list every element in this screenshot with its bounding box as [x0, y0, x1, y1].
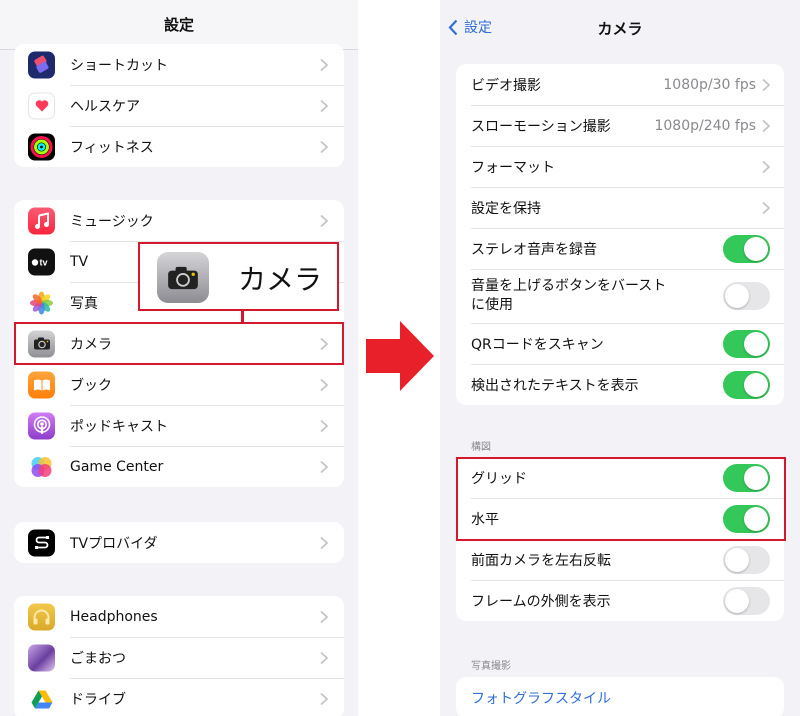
settings-item-headphones[interactable]: Headphones: [14, 596, 344, 637]
game-center-icon: [28, 453, 55, 480]
setting-formats[interactable]: フォーマット: [456, 146, 784, 187]
settings-item-health[interactable]: ヘルスケア: [14, 85, 344, 126]
record-stereo-toggle[interactable]: [723, 234, 770, 263]
mirror-front-camera-toggle[interactable]: [723, 545, 770, 574]
tv-icon: tv: [28, 248, 55, 275]
camera-row-highlight: [14, 322, 344, 365]
camera-callout: カメラ: [138, 242, 339, 311]
chevron-right-icon: [762, 160, 770, 173]
settings-item-tv-provider[interactable]: TVプロバイダ: [14, 522, 344, 563]
settings-item-books[interactable]: ブック: [14, 364, 344, 405]
nav-bar: 設定: [0, 0, 358, 50]
health-icon: [28, 92, 55, 119]
setting-record-stereo: ステレオ音声を録音: [456, 228, 784, 269]
show-detected-text-toggle[interactable]: [723, 370, 770, 399]
chevron-right-icon: [320, 419, 328, 432]
camera-group-3: フォトグラフスタイル: [456, 677, 784, 716]
page-title: カメラ: [597, 19, 643, 38]
chevron-right-icon: [762, 201, 770, 214]
photos-icon: [28, 289, 55, 316]
google-drive-icon: [28, 685, 55, 712]
camera-group-1: ビデオ撮影 1080p/30 fps スローモーション撮影 1080p/240 …: [456, 64, 784, 405]
settings-screen: 設定 ショートカット ヘルスケア フィットネス ミュージック tv TV 写真 …: [0, 0, 358, 716]
chevron-right-icon: [320, 460, 328, 473]
settings-item-music[interactable]: ミュージック: [14, 200, 344, 241]
settings-item-drive[interactable]: ドライブ: [14, 678, 344, 716]
chevron-right-icon: [320, 378, 328, 391]
settings-group-3: TVプロバイダ: [14, 522, 344, 563]
section-header-composition: 構図: [471, 442, 491, 453]
back-button[interactable]: 設定: [448, 17, 492, 37]
setting-slo-mo[interactable]: スローモーション撮影 1080p/240 fps: [456, 105, 784, 146]
setting-volume-burst: 音量を上げるボタンをバースト に使用: [456, 269, 784, 323]
settings-item-gomaotsu[interactable]: ごまおつ: [14, 637, 344, 678]
chevron-right-icon: [320, 58, 328, 71]
setting-mirror-front-camera: 前面カメラを左右反転: [456, 539, 784, 580]
tv-provider-icon: [28, 529, 55, 556]
video-recording-value: 1080p/30 fps: [663, 76, 756, 93]
chevron-right-icon: [320, 140, 328, 153]
settings-item-game-center[interactable]: Game Center: [14, 446, 344, 487]
camera-icon: [157, 252, 209, 303]
music-icon: [28, 207, 55, 234]
scan-qr-toggle[interactable]: [723, 329, 770, 358]
view-outside-frame-toggle[interactable]: [723, 586, 770, 615]
books-icon: [28, 371, 55, 398]
arrow-right-icon: [366, 321, 434, 391]
shortcuts-icon: [28, 51, 55, 78]
svg-text:tv: tv: [39, 258, 47, 268]
podcasts-icon: [28, 412, 55, 439]
chevron-right-icon: [320, 692, 328, 705]
chevron-right-icon: [320, 610, 328, 623]
setting-scan-qr: QRコードをスキャン: [456, 323, 784, 364]
chevron-right-icon: [762, 119, 770, 132]
chevron-right-icon: [320, 536, 328, 549]
settings-item-shortcuts[interactable]: ショートカット: [14, 44, 344, 85]
chevron-right-icon: [320, 651, 328, 664]
settings-group-1: ショートカット ヘルスケア フィットネス: [14, 44, 344, 167]
camera-settings-screen: 設定 カメラ ビデオ撮影 1080p/30 fps スローモーション撮影 108…: [440, 0, 800, 716]
setting-photographic-styles[interactable]: フォトグラフスタイル: [456, 677, 784, 716]
setting-view-outside-frame: フレームの外側を表示: [456, 580, 784, 621]
chevron-left-icon: [448, 19, 458, 35]
page-title: 設定: [163, 16, 194, 34]
settings-item-fitness[interactable]: フィットネス: [14, 126, 344, 167]
composition-highlight: [456, 457, 786, 541]
chevron-right-icon: [762, 78, 770, 91]
fitness-icon: [28, 133, 55, 160]
setting-video-recording[interactable]: ビデオ撮影 1080p/30 fps: [456, 64, 784, 105]
settings-item-podcasts[interactable]: ポッドキャスト: [14, 405, 344, 446]
slo-mo-value: 1080p/240 fps: [654, 117, 756, 134]
settings-group-4: Headphones ごまおつ ドライブ: [14, 596, 344, 716]
headphones-icon: [28, 603, 55, 630]
volume-burst-toggle[interactable]: [723, 282, 770, 310]
section-header-photo-capture: 写真撮影: [471, 661, 511, 672]
nav-bar: 設定 カメラ: [440, 0, 800, 56]
gomaotsu-icon: [28, 644, 55, 671]
chevron-right-icon: [320, 99, 328, 112]
setting-show-detected-text: 検出されたテキストを表示: [456, 364, 784, 405]
callout-connector: [241, 311, 244, 323]
chevron-right-icon: [320, 214, 328, 227]
callout-label: カメラ: [238, 263, 323, 296]
setting-preserve-settings[interactable]: 設定を保持: [456, 187, 784, 228]
